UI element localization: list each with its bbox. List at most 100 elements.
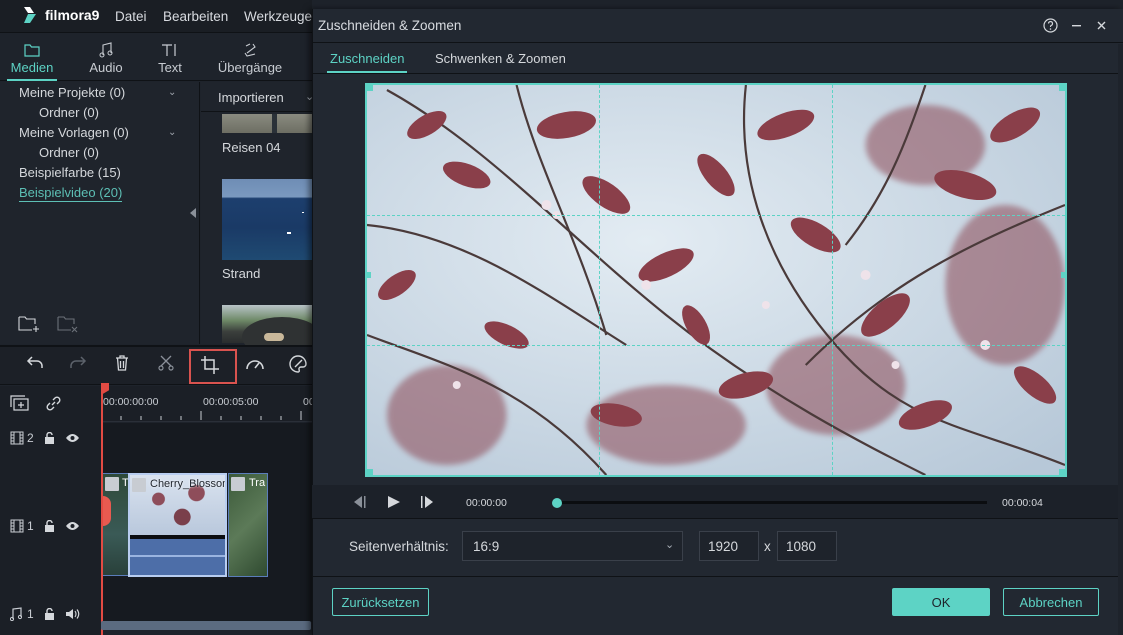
library-item-meine-projekte[interactable]: Meine Projekte (0) bbox=[19, 85, 125, 100]
seek-knob[interactable] bbox=[552, 498, 562, 508]
crop-handle-top-right[interactable] bbox=[1059, 85, 1065, 91]
delete-icon[interactable] bbox=[115, 355, 129, 371]
collapse-panel-icon[interactable] bbox=[190, 208, 196, 218]
edit-toolbar bbox=[0, 345, 312, 385]
previous-frame-icon[interactable] bbox=[352, 496, 366, 508]
chevron-down-icon[interactable]: ⌄ bbox=[168, 127, 176, 138]
width-value: 1920 bbox=[708, 539, 739, 554]
crop-handle-right[interactable] bbox=[1061, 272, 1065, 279]
help-icon[interactable] bbox=[1043, 18, 1058, 33]
ok-button[interactable]: OK bbox=[892, 588, 990, 616]
crop-handle-bottom-left[interactable] bbox=[367, 469, 373, 475]
tab-zuschneiden[interactable]: Zuschneiden bbox=[330, 51, 404, 66]
speaker-icon[interactable] bbox=[65, 608, 80, 620]
tab-medien[interactable]: Medien bbox=[8, 40, 56, 75]
track-headers bbox=[0, 386, 101, 635]
media-thumbnail-food[interactable] bbox=[222, 305, 322, 357]
crop-grid-line bbox=[599, 85, 601, 475]
app-logo: filmora9 bbox=[20, 5, 99, 25]
timeline-clip[interactable]: Tra bbox=[228, 473, 268, 577]
unlock-icon[interactable] bbox=[44, 608, 55, 620]
library-item-ordner-vorlagen[interactable]: Ordner (0) bbox=[39, 145, 99, 160]
next-frame-icon[interactable] bbox=[421, 496, 435, 508]
media-thumbnail-strand[interactable] bbox=[222, 179, 312, 260]
chevron-down-icon[interactable]: ⌄ bbox=[665, 538, 674, 551]
split-handle-icon[interactable] bbox=[103, 496, 111, 526]
menu-werkzeuge[interactable]: Werkzeuge bbox=[244, 9, 312, 24]
playhead[interactable] bbox=[101, 386, 103, 635]
text-icon bbox=[162, 44, 176, 56]
timeline-scrollbar[interactable] bbox=[101, 621, 311, 630]
active-tab-indicator bbox=[7, 79, 57, 81]
crop-preview[interactable] bbox=[365, 83, 1067, 477]
reset-button[interactable]: Zurücksetzen bbox=[332, 588, 429, 616]
film-clip-icon bbox=[132, 478, 146, 492]
height-input[interactable]: 1080 bbox=[777, 531, 837, 561]
media-label: Reisen 04 bbox=[222, 140, 281, 155]
track-header-video-2: 2 bbox=[0, 428, 101, 448]
library-item-beispielvideo[interactable]: Beispielvideo (20) bbox=[19, 185, 123, 202]
menu-bearbeiten[interactable]: Bearbeiten bbox=[163, 9, 228, 24]
tab-text[interactable]: Text bbox=[153, 40, 187, 75]
eye-icon[interactable] bbox=[65, 521, 80, 531]
tab-schwenken-zoomen[interactable]: Schwenken & Zoomen bbox=[435, 51, 566, 66]
film-strip-icon bbox=[10, 431, 24, 445]
folder-add-icon[interactable] bbox=[18, 316, 40, 333]
track-number: 1 bbox=[27, 519, 34, 533]
ruler-time-label: 00:00:00:00 bbox=[103, 396, 159, 408]
close-icon[interactable] bbox=[1097, 21, 1106, 30]
dimension-separator: x bbox=[764, 539, 771, 554]
eye-icon[interactable] bbox=[65, 433, 80, 443]
crop-handle-bottom-right[interactable] bbox=[1059, 469, 1065, 475]
undo-icon[interactable] bbox=[26, 355, 44, 371]
redo-icon[interactable] bbox=[69, 355, 87, 371]
transition-icon bbox=[244, 43, 256, 57]
ruler-ticks bbox=[120, 411, 302, 420]
unlock-icon[interactable] bbox=[44, 432, 55, 444]
chevron-down-icon[interactable]: ⌄ bbox=[168, 87, 176, 98]
minimize-icon[interactable] bbox=[1072, 25, 1081, 27]
clip-label: Cherry_Blossom bbox=[150, 478, 227, 490]
dialog-right-edge bbox=[1118, 44, 1123, 635]
crop-handle-top-left[interactable] bbox=[367, 85, 373, 91]
play-icon[interactable] bbox=[388, 496, 400, 508]
crop-grid-line bbox=[831, 85, 833, 475]
track-number: 1 bbox=[27, 607, 34, 621]
media-thumbnail-reisen-04[interactable] bbox=[222, 114, 312, 133]
width-input[interactable]: 1920 bbox=[699, 531, 759, 561]
timeline-clip[interactable]: T bbox=[102, 473, 129, 576]
crop-handle-left[interactable] bbox=[367, 272, 371, 279]
tab-audio-label: Audio bbox=[89, 60, 123, 75]
library-item-meine-vorlagen[interactable]: Meine Vorlagen (0) bbox=[19, 125, 129, 140]
add-track-icon[interactable] bbox=[10, 395, 30, 412]
video-track-2[interactable] bbox=[101, 423, 312, 471]
tab-uebergaenge[interactable]: Übergänge bbox=[216, 40, 284, 75]
audio-track-1[interactable] bbox=[101, 577, 312, 622]
menu-datei[interactable]: Datei bbox=[115, 9, 147, 24]
cancel-button[interactable]: Abbrechen bbox=[1003, 588, 1099, 616]
seek-bar[interactable] bbox=[557, 501, 987, 504]
track-header-video-1: 1 bbox=[0, 516, 101, 536]
import-button[interactable]: Importieren bbox=[218, 90, 284, 105]
library-item-ordner-projekte[interactable]: Ordner (0) bbox=[39, 105, 99, 120]
tab-audio[interactable]: Audio bbox=[86, 40, 126, 75]
aspect-ratio-select[interactable]: 16:9 bbox=[462, 531, 683, 561]
library-item-beispielfarbe[interactable]: Beispielfarbe (15) bbox=[19, 165, 121, 180]
preview-image-cherry-blossom bbox=[367, 85, 1065, 475]
footer-divider bbox=[312, 576, 1123, 577]
end-time: 00:00:04 bbox=[1002, 497, 1043, 509]
current-time: 00:00:00 bbox=[466, 497, 507, 509]
color-palette-icon[interactable] bbox=[289, 355, 307, 373]
unlock-icon[interactable] bbox=[44, 520, 55, 532]
tab-uebergaenge-label: Übergänge bbox=[217, 60, 283, 75]
link-icon[interactable] bbox=[45, 395, 62, 412]
height-value: 1080 bbox=[786, 539, 817, 554]
tab-medien-label: Medien bbox=[10, 60, 54, 75]
crop-button-highlight[interactable] bbox=[189, 349, 237, 384]
music-note-icon bbox=[10, 607, 22, 621]
film-strip-icon bbox=[10, 519, 24, 533]
timeline-clip-selected[interactable]: Cherry_Blossom bbox=[128, 473, 227, 577]
speed-icon[interactable] bbox=[245, 355, 265, 371]
cut-icon[interactable] bbox=[158, 355, 174, 371]
folder-delete-icon[interactable] bbox=[57, 316, 79, 333]
